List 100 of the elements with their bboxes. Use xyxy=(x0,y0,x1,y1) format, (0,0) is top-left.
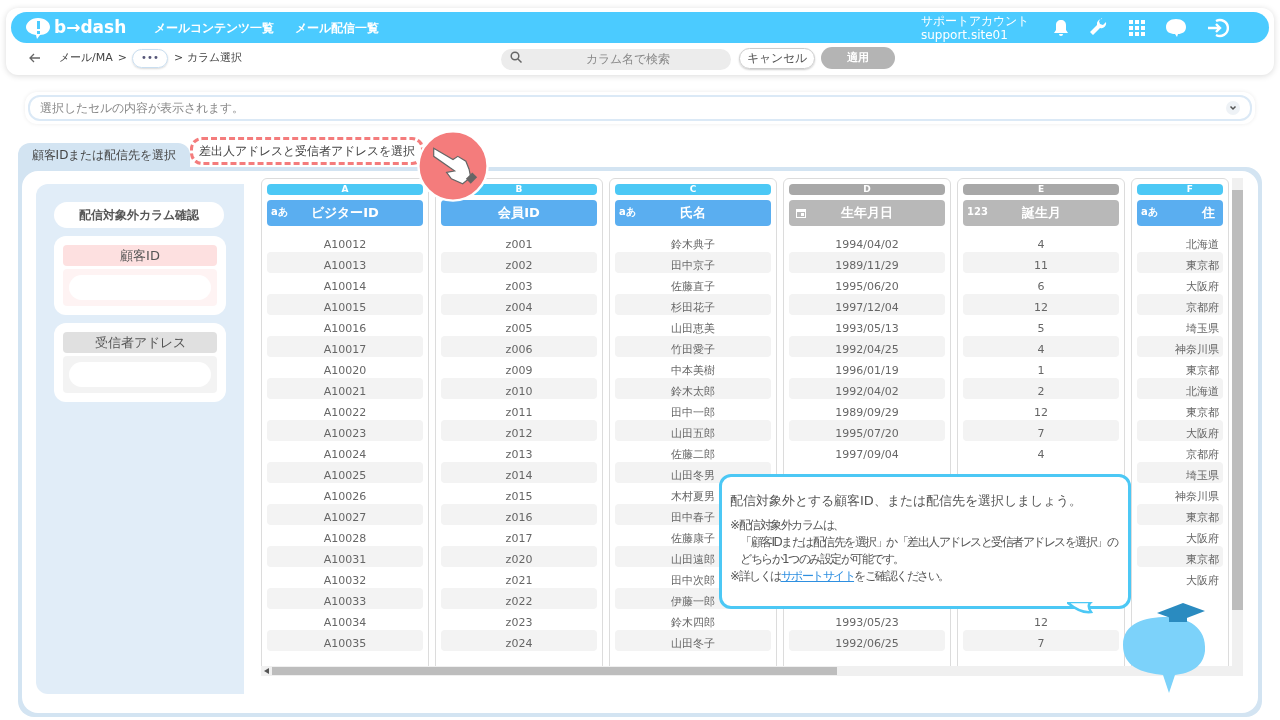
table-cell: z006 xyxy=(505,343,533,356)
grid-icon[interactable] xyxy=(1129,19,1145,36)
guide-title: 配信対象外とする顧客ID、または配信先を選択しましょう。 xyxy=(730,492,1083,510)
table-cell: A10022 xyxy=(323,406,367,419)
table-cell: A10014 xyxy=(323,280,367,293)
tab[interactable]: 顧客IDまたは配信先を選択 xyxy=(18,143,190,167)
table-cell: 神奈川県 xyxy=(1175,343,1219,356)
table-cell: 12 xyxy=(1034,301,1048,314)
breadcrumb-separator: > xyxy=(117,49,127,66)
table-cell: z011 xyxy=(505,406,533,419)
column-header[interactable]: 生年月日 xyxy=(789,200,945,226)
table-cell: A10015 xyxy=(323,301,367,314)
nav-link[interactable]: メールコンテンツ一覧 xyxy=(154,18,275,37)
column-header[interactable]: aあ 住 xyxy=(1137,200,1223,226)
table-cell: 7 xyxy=(1037,427,1045,440)
table-cell: z010 xyxy=(505,385,533,398)
logo-icon xyxy=(25,16,51,39)
table-cell: 東京都 xyxy=(1186,511,1219,524)
table-cell: 北海道 xyxy=(1186,385,1219,398)
column-letter: D xyxy=(789,184,945,195)
chevron-down-icon[interactable] xyxy=(1226,101,1240,115)
type-icon: aあ xyxy=(619,207,636,217)
column-header[interactable]: aあ ビジターID xyxy=(267,200,423,226)
scroll-left-icon[interactable] xyxy=(264,668,269,674)
table-cell: 東京都 xyxy=(1186,406,1219,419)
table-cell: 11 xyxy=(1034,259,1048,272)
table-cell: 大阪府 xyxy=(1186,574,1219,587)
table-cell: 6 xyxy=(1037,280,1045,293)
nav-link[interactable]: メール配信一覧 xyxy=(295,18,380,37)
column-header[interactable]: 会員ID xyxy=(441,200,597,226)
cell-content-field[interactable]: 選択したセルの内容が表示されます。 xyxy=(28,95,1252,121)
table-cell: 1997/12/04 xyxy=(835,301,899,314)
table-cell: z002 xyxy=(505,259,533,272)
table-cell: 京都府 xyxy=(1186,448,1219,461)
table-cell: A10025 xyxy=(323,469,367,482)
table-cell: A10031 xyxy=(323,553,367,566)
vertical-scrollbar[interactable] xyxy=(1232,178,1243,666)
table-cell: 埼玉県 xyxy=(1186,322,1219,335)
support-site-link[interactable]: サポートサイト xyxy=(780,568,855,583)
account-name: サポートアカウント xyxy=(921,13,1029,28)
type-icon: aあ xyxy=(1141,207,1158,217)
column-letter: E xyxy=(963,184,1119,195)
table-cell: 大阪府 xyxy=(1186,280,1219,293)
table-cell: A10033 xyxy=(323,595,367,608)
back-arrow-icon[interactable] xyxy=(29,53,41,63)
horizontal-scrollbar[interactable] xyxy=(261,666,1243,676)
table-cell: 鈴木典子 xyxy=(671,238,715,251)
table-cell: z024 xyxy=(505,637,533,650)
type-icon: aあ xyxy=(271,207,288,217)
group-label: 顧客ID xyxy=(63,245,217,266)
table-cell: 竹田愛子 xyxy=(671,343,715,356)
table-cell: 北海道 xyxy=(1186,238,1219,251)
table-cell: 京都府 xyxy=(1186,301,1219,314)
table-cell: A10027 xyxy=(323,511,367,524)
table-cell: 2 xyxy=(1037,385,1045,398)
table-cell: 木村夏男 xyxy=(671,490,715,503)
table-cell: 東京都 xyxy=(1186,553,1219,566)
table-cell: 1989/09/29 xyxy=(835,406,899,419)
bell-icon[interactable] xyxy=(1053,18,1069,37)
table-cell: 田中一郎 xyxy=(671,406,715,419)
account-id: support.site01 xyxy=(921,27,1009,42)
table-cell: A10032 xyxy=(323,574,367,587)
table-cell: 1989/11/29 xyxy=(835,259,899,272)
search-icon xyxy=(509,51,522,63)
column-header[interactable]: 123 誕生月 xyxy=(963,200,1119,226)
column-letter: A xyxy=(267,184,423,195)
table-cell: 1992/04/25 xyxy=(835,343,899,356)
logo-text: b→dash xyxy=(54,15,127,39)
table-cell: 山田冬男 xyxy=(671,469,715,482)
table-cell: z020 xyxy=(505,553,533,566)
table-cell: 山田五郎 xyxy=(671,427,715,440)
table-cell: 佐藤康子 xyxy=(671,532,715,545)
table-cell: 1995/06/20 xyxy=(835,280,899,293)
table-cell: 5 xyxy=(1037,322,1045,335)
table-cell: 1992/06/25 xyxy=(835,637,899,650)
column-header[interactable]: aあ 氏名 xyxy=(615,200,771,226)
table-cell: 12 xyxy=(1034,616,1048,629)
table-cell: z001 xyxy=(505,238,533,251)
wrench-icon[interactable] xyxy=(1089,17,1109,38)
group-label: 受信者アドレス xyxy=(63,332,217,353)
table-cell: 7 xyxy=(1037,637,1045,650)
logout-icon[interactable] xyxy=(1207,17,1229,38)
table-cell: A10012 xyxy=(323,238,367,251)
table-cell: 4 xyxy=(1037,448,1045,461)
table-cell: A10013 xyxy=(323,259,367,272)
table-cell: z009 xyxy=(505,364,533,377)
table-cell: 山田冬子 xyxy=(671,637,715,650)
table-cell: 佐藤二郎 xyxy=(671,448,715,461)
table-cell: 1994/04/02 xyxy=(835,238,899,251)
search-field[interactable]: カラム名で検索 xyxy=(500,48,731,70)
table-cell: 1995/07/20 xyxy=(835,427,899,440)
type-icon: 123 xyxy=(967,207,988,217)
table-cell: z023 xyxy=(505,616,533,629)
table-cell: A10028 xyxy=(323,532,367,545)
table-cell: 鈴木太郎 xyxy=(671,385,715,398)
table-cell: z022 xyxy=(505,595,533,608)
breadcrumb-link[interactable]: メール/MA xyxy=(59,49,113,67)
table-cell: z014 xyxy=(505,469,533,482)
table-cell: 山田遠郎 xyxy=(671,553,715,566)
table-cell: z005 xyxy=(505,322,533,335)
